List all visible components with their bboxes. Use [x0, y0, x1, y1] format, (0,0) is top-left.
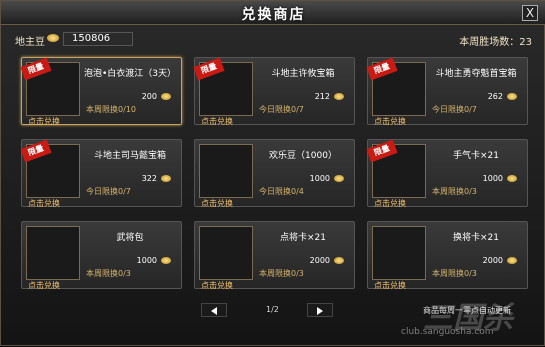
- item-image: [199, 226, 253, 280]
- redeem-button[interactable]: 点击兑换: [201, 280, 233, 291]
- bean-icon: [47, 34, 59, 42]
- bean-icon: [161, 93, 171, 100]
- shop-window: 兑换商店 X 地主豆 150806 本周胜场数：23 限量 泡泡•白衣渡江（3天…: [0, 0, 545, 346]
- redeem-button[interactable]: 点击兑换: [28, 280, 60, 291]
- bean-label: 地主豆: [15, 37, 45, 48]
- bean-icon: [507, 175, 517, 182]
- page-indicator: 1/2: [266, 305, 279, 314]
- bean-icon: [507, 93, 517, 100]
- item-card[interactable]: 限量 斗地主许攸宝箱 212 今日限换0/7 点击兑换: [193, 57, 355, 127]
- item-price: 200: [141, 92, 157, 101]
- item-card[interactable]: 点将卡×21 2000 本周限换0/3 点击兑换: [194, 221, 355, 291]
- item-name: 武将包: [116, 233, 144, 243]
- window-title: 兑换商店: [241, 7, 306, 23]
- bean-icon: [334, 257, 344, 264]
- item-name: 斗地主司马懿宝箱: [93, 151, 166, 161]
- item-card[interactable]: 限量 泡泡•白衣渡江（3天） 200 本周限换0/10 点击兑换: [20, 57, 182, 127]
- bean-icon: [334, 175, 344, 182]
- item-price: 2000: [309, 256, 330, 265]
- weekly-wins: 本周胜场数：23: [459, 37, 532, 48]
- item-limit: 本周限换0/3: [432, 187, 477, 196]
- item-name: 点将卡×21: [280, 233, 326, 243]
- item-price: 2000: [482, 256, 503, 265]
- item-limit: 本周限换0/3: [259, 269, 304, 278]
- item-limit: 今日限换0/7: [86, 187, 131, 196]
- item-card[interactable]: 武将包 1000 本周限换0/3 点击兑换: [21, 221, 182, 291]
- item-price: 322: [141, 174, 157, 183]
- prev-page-button[interactable]: [201, 303, 227, 317]
- close-button[interactable]: X: [522, 5, 538, 21]
- watermark-logo: 三国杀: [423, 301, 513, 336]
- bean-icon: [507, 257, 517, 264]
- redeem-button[interactable]: 点击兑换: [28, 198, 60, 209]
- item-name: 泡泡•白衣渡江（3天）: [83, 69, 177, 79]
- bean-icon: [334, 93, 344, 100]
- item-limit: 本周限换0/10: [86, 105, 136, 114]
- title-bar: 兑换商店 X: [1, 1, 545, 25]
- item-card[interactable]: 换将卡×21 2000 本周限换0/3 点击兑换: [367, 221, 528, 291]
- item-card[interactable]: 限量 斗地主勇夺魁首宝箱 262 今日限换0/7 点击兑换: [366, 57, 528, 127]
- item-card[interactable]: 欢乐豆（1000） 1000 今日限换0/4 点击兑换: [194, 139, 355, 209]
- item-image: [199, 144, 253, 198]
- redeem-button[interactable]: 点击兑换: [374, 116, 406, 127]
- bean-icon: [161, 257, 171, 264]
- item-name: 斗地主勇夺魁首宝箱: [435, 69, 517, 79]
- item-name: 欢乐豆（1000）: [269, 151, 337, 161]
- info-bar: 地主豆 150806 本周胜场数：23: [1, 27, 545, 51]
- redeem-button[interactable]: 点击兑换: [28, 116, 60, 127]
- item-price: 1000: [482, 174, 503, 183]
- bean-value: 150806: [63, 32, 133, 46]
- item-image: [372, 226, 426, 280]
- item-card[interactable]: 限量 手气卡×21 1000 本周限换0/3 点击兑换: [366, 139, 528, 209]
- redeem-button[interactable]: 点击兑换: [374, 198, 406, 209]
- arrow-left-icon: [211, 307, 217, 315]
- item-limit: 今日限换0/4: [259, 187, 304, 196]
- next-page-button[interactable]: [307, 303, 333, 317]
- item-name: 换将卡×21: [453, 233, 499, 243]
- item-card[interactable]: 限量 斗地主司马懿宝箱 322 今日限换0/7 点击兑换: [20, 139, 182, 209]
- item-image: [26, 226, 80, 280]
- redeem-button[interactable]: 点击兑换: [201, 198, 233, 209]
- item-grid: 限量 泡泡•白衣渡江（3天） 200 本周限换0/10 点击兑换 限量 斗地主许…: [20, 57, 531, 293]
- arrow-right-icon: [317, 307, 323, 315]
- item-price: 1000: [136, 256, 157, 265]
- item-price: 1000: [309, 174, 330, 183]
- item-name: 斗地主许攸宝箱: [271, 69, 335, 79]
- item-price: 262: [487, 92, 503, 101]
- item-limit: 今日限换0/7: [259, 105, 304, 114]
- item-price: 212: [314, 92, 330, 101]
- watermark-url: club.sanguosha.com: [401, 327, 494, 337]
- bean-icon: [161, 175, 171, 182]
- redeem-button[interactable]: 点击兑换: [374, 280, 406, 291]
- redeem-button[interactable]: 点击兑换: [201, 116, 233, 127]
- item-limit: 今日限换0/7: [432, 105, 477, 114]
- item-limit: 本周限换0/3: [86, 269, 131, 278]
- item-name: 手气卡×21: [453, 151, 499, 161]
- item-limit: 本周限换0/3: [432, 269, 477, 278]
